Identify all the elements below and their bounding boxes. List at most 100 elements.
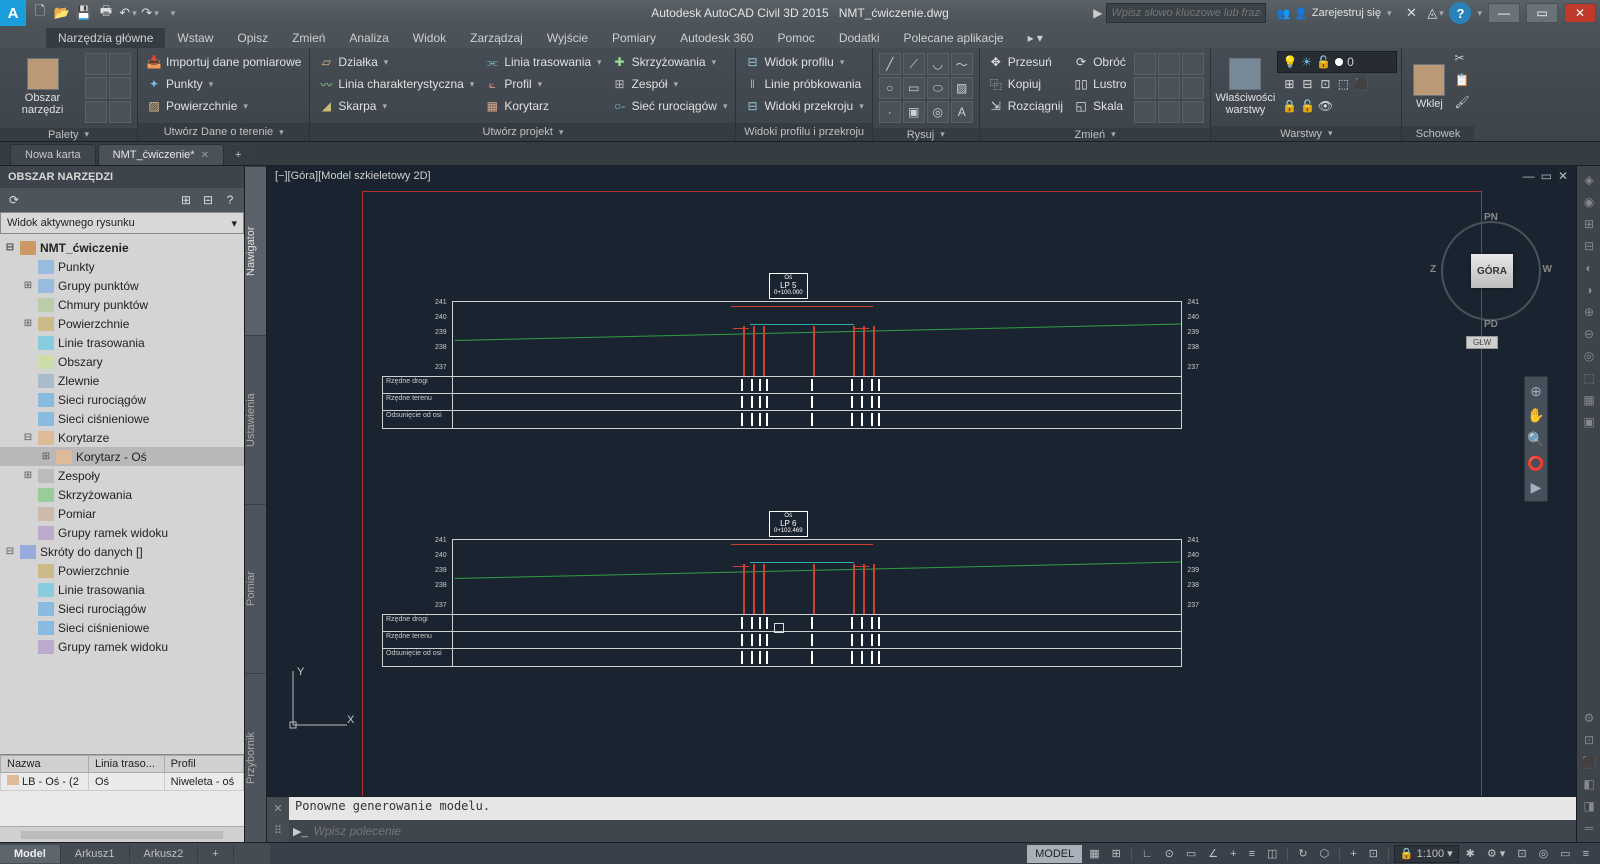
line-button[interactable]: ╱ — [879, 53, 901, 75]
scale-button[interactable]: ◱Skala — [1069, 95, 1130, 117]
tool-icon[interactable]: ◑ — [1579, 280, 1599, 300]
exchange-icon[interactable]: ✕ — [1401, 3, 1421, 23]
offset-button[interactable] — [1158, 77, 1180, 99]
donut-button[interactable]: ◎ — [927, 101, 949, 123]
layer-tool-icon[interactable]: 🔓 — [1299, 98, 1315, 114]
cut-icon[interactable]: ✂ — [1454, 51, 1469, 73]
tree-node[interactable]: Sieci ciśnieniowe — [0, 618, 244, 637]
tree-toggle-icon[interactable]: ⊟ — [4, 546, 16, 557]
ribbon-tab[interactable]: Pomoc — [765, 28, 826, 48]
ribbon-tab[interactable]: Opisz — [225, 28, 280, 48]
panel-label[interactable]: Utwórz projekt▾ — [310, 123, 735, 141]
ribbon-expand-icon[interactable]: ▸ ▾ — [1016, 28, 1055, 48]
annomon-toggle[interactable]: + — [1345, 845, 1361, 863]
join-button[interactable] — [1158, 101, 1180, 123]
help-dd[interactable]: ▾ — [1477, 8, 1482, 19]
cmd-close-icon[interactable]: ✕ — [273, 802, 282, 815]
model-viewport[interactable]: Oś LP 5 0+100.000 241 240 239 238 237 24… — [267, 186, 1576, 796]
layer-tool-icon[interactable]: 🔒 — [1281, 98, 1297, 114]
extend-button[interactable] — [1158, 53, 1180, 75]
tree-node[interactable]: Chmury punktów — [0, 295, 244, 314]
surfaces-button[interactable]: ▨Powierzchnie▾ — [142, 95, 305, 117]
steering-wheel-icon[interactable]: ⊕ — [1525, 379, 1547, 403]
tree-toggle-icon[interactable]: ⊞ — [22, 280, 34, 291]
app-logo[interactable]: A — [0, 0, 26, 26]
orbit-icon[interactable]: ⭕ — [1525, 451, 1547, 475]
array-button[interactable] — [1134, 77, 1156, 99]
tool-icon[interactable]: ◉ — [1579, 192, 1599, 212]
explode-button[interactable] — [1182, 77, 1204, 99]
points-button[interactable]: ✦Punkty▾ — [142, 73, 305, 95]
layer-tool-icon[interactable]: ⊞ — [1281, 76, 1297, 92]
layer-tool-icon[interactable]: ⬚ — [1335, 76, 1351, 92]
document-tab[interactable]: NMT_ćwiczenie*✕ — [98, 144, 224, 165]
tree-node[interactable]: Zlewnie — [0, 371, 244, 390]
window-maximize[interactable]: ▭ — [1526, 3, 1558, 23]
tool-icon[interactable]: ▣ — [1579, 412, 1599, 432]
ribbon-tab[interactable]: Wyjście — [535, 28, 600, 48]
featureline-button[interactable]: 〰Linia charakterystyczna▾ — [314, 73, 478, 95]
sectionviews-button[interactable]: ⊟Widoki przekroju▾ — [740, 95, 867, 117]
anno-scale[interactable]: 🔒 1:100 ▾ — [1394, 845, 1459, 863]
help-icon[interactable]: ? — [1449, 2, 1471, 24]
toolspace-tab[interactable]: Ustawienia — [245, 335, 266, 504]
window-minimize[interactable]: — — [1488, 3, 1520, 23]
import-survey-button[interactable]: 📥Importuj dane pomiarowe — [142, 51, 305, 73]
cleanscreen-toggle[interactable]: ▭ — [1555, 845, 1575, 863]
palette-btn[interactable] — [85, 77, 107, 99]
tree-toggle-icon[interactable]: ⊞ — [22, 318, 34, 329]
ucs-icon[interactable]: Y X — [285, 663, 365, 746]
cmd-handle-icon[interactable]: ⠿ — [274, 824, 282, 837]
ribbon-tab[interactable]: Wstaw — [165, 28, 225, 48]
tree-node[interactable]: Sieci rurociągów — [0, 390, 244, 409]
tree-node[interactable]: ⊞Powierzchnie — [0, 314, 244, 333]
command-input[interactable] — [314, 824, 1572, 838]
grading-button[interactable]: ◢Skarpa▾ — [314, 95, 478, 117]
grid-header[interactable]: Profil — [164, 756, 243, 773]
tool-icon[interactable]: ⬚ — [1579, 368, 1599, 388]
ribbon-tab[interactable]: Zmień — [280, 28, 337, 48]
grid-toggle[interactable]: ▦ — [1084, 845, 1104, 863]
qat-print[interactable]: 🖶 — [96, 3, 116, 23]
view-dropdown[interactable]: Widok aktywnego rysunku▾ — [0, 212, 244, 234]
tool-icon[interactable]: ▦ — [1579, 390, 1599, 410]
tree-node[interactable]: ⊞Grupy punktów — [0, 276, 244, 295]
annovisibility-toggle[interactable]: ✱ — [1461, 845, 1480, 863]
region-button[interactable]: ▣ — [903, 101, 925, 123]
ribbon-tab[interactable]: Polecane aplikacje — [892, 28, 1016, 48]
grid-row[interactable]: LB - Oś - (2 Oś Niweleta - oś — [1, 773, 244, 791]
isolate-toggle[interactable]: ◎ — [1534, 845, 1554, 863]
icon-btn[interactable]: ⊟ — [198, 190, 218, 210]
tool-icon[interactable]: ⊞ — [1579, 214, 1599, 234]
panel-label[interactable]: Warstwy▾ — [1211, 126, 1401, 141]
pipenet-button[interactable]: ○-Sieć rurociągów▾ — [608, 95, 732, 117]
tree-node[interactable]: Sieci ciśnieniowe — [0, 409, 244, 428]
tool-icon[interactable]: ◎ — [1579, 346, 1599, 366]
icon-btn[interactable]: ⊞ — [176, 190, 196, 210]
tree-node[interactable]: ⊞Zespoły — [0, 466, 244, 485]
layer-tool-icon[interactable]: ⊡ — [1317, 76, 1333, 92]
grid-header[interactable]: Linia traso... — [88, 756, 164, 773]
help-search-input[interactable] — [1106, 3, 1266, 23]
rect-button[interactable]: ▭ — [903, 77, 925, 99]
document-tab[interactable]: Nowa karta — [10, 144, 96, 165]
grid-scrollbar[interactable]: ◀▶ — [0, 826, 244, 842]
fillet-button[interactable] — [1182, 53, 1204, 75]
a360-icon[interactable]: ◬▾ — [1425, 3, 1445, 23]
tree-node[interactable]: Linie trasowania — [0, 333, 244, 352]
ribbon-tab[interactable]: Pomiary — [600, 28, 668, 48]
ellipse-button[interactable]: ⬭ — [927, 77, 949, 99]
modelspace-button[interactable]: MODEL — [1027, 845, 1082, 863]
tree-node[interactable]: Grupy ramek widoku — [0, 523, 244, 542]
qat-redo[interactable]: ↷▾ — [140, 3, 160, 23]
toolspace-tab[interactable]: Nawigator — [245, 166, 266, 335]
toolspace-tab[interactable]: Pomiar — [245, 504, 266, 673]
toolspace-button[interactable]: Obszar narzędzi — [4, 51, 81, 123]
close-tab-icon[interactable]: ✕ — [201, 150, 209, 161]
ribbon-tab[interactable]: Dodatki — [827, 28, 892, 48]
tool-icon[interactable]: ⊕ — [1579, 302, 1599, 322]
polar-toggle[interactable]: ⊙ — [1160, 845, 1179, 863]
vp-maximize-icon[interactable]: ▭ — [1541, 169, 1552, 183]
profileview-button[interactable]: ⊟Widok profilu▾ — [740, 51, 867, 73]
lwt-toggle[interactable]: ≡ — [1244, 845, 1260, 863]
